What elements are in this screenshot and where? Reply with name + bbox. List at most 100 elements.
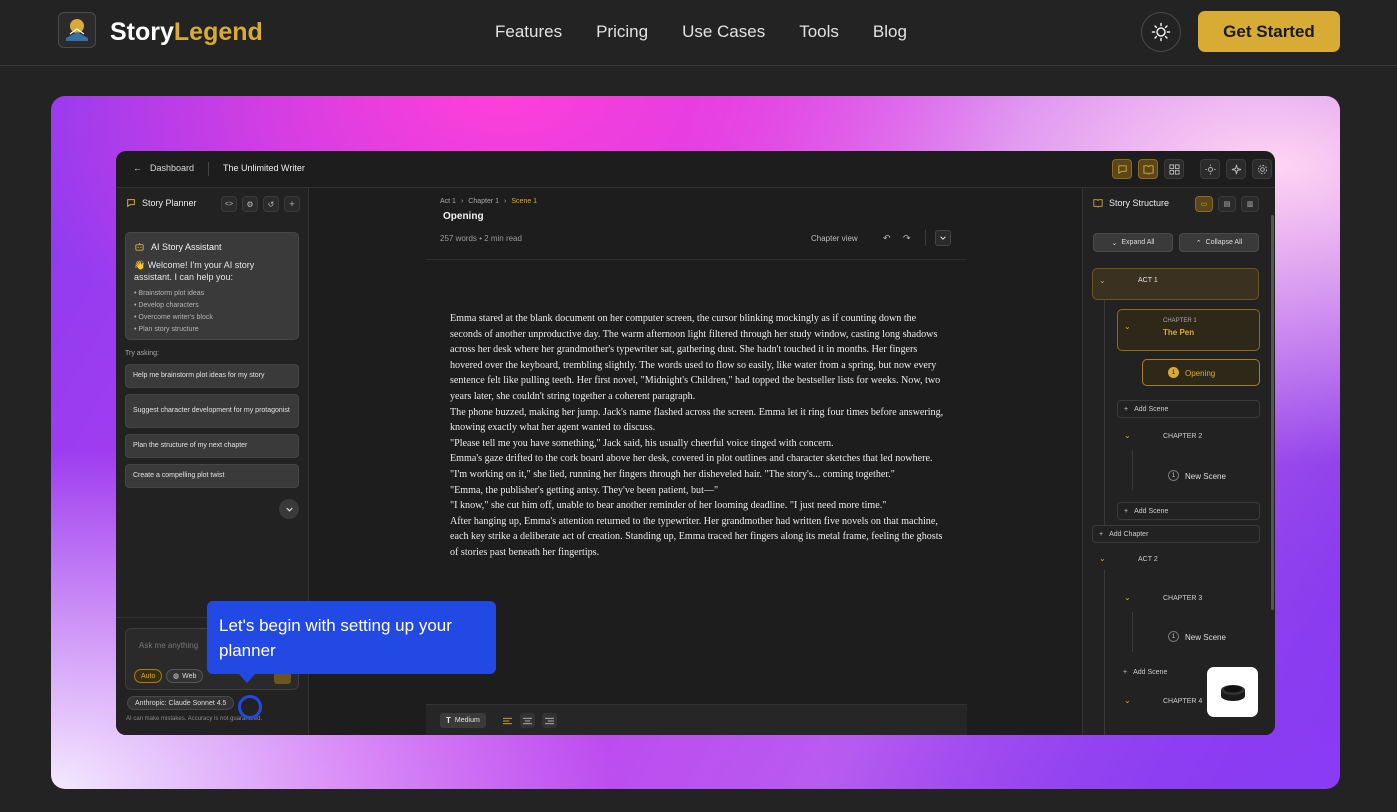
planner-settings-button[interactable]: ⚙ xyxy=(242,196,258,212)
chapter-label: CHAPTER 3 xyxy=(1163,595,1203,602)
new-chat-button[interactable]: + xyxy=(284,196,300,212)
brand-name[interactable]: StoryLegend xyxy=(110,18,263,47)
grid-view-toggle[interactable] xyxy=(1164,159,1184,179)
chevron-down-icon[interactable]: ⌄ xyxy=(1099,276,1106,285)
notes-tab[interactable]: ▤ xyxy=(1218,196,1236,212)
suggestion-chip[interactable]: Suggest character development for my pro… xyxy=(125,394,299,428)
auto-label: Auto xyxy=(141,672,156,680)
text-size-selector[interactable]: T Medium xyxy=(440,713,486,728)
text-size-icon: T xyxy=(446,716,451,725)
auto-mode-chip[interactable]: Auto xyxy=(134,669,163,683)
align-left-button[interactable] xyxy=(500,713,515,728)
history-icon: ↺ xyxy=(267,199,275,209)
theme-toggle-button[interactable] xyxy=(1141,12,1181,52)
plus-icon: + xyxy=(1123,668,1128,676)
code-icon: <> xyxy=(224,200,234,208)
globe-icon: ◍ xyxy=(173,673,180,680)
chevron-down-icon[interactable]: ⌄ xyxy=(1124,322,1131,331)
suggestion-chip[interactable]: Plan the structure of my next chapter xyxy=(125,434,299,458)
assistant-welcome-card: AI Story Assistant 👋 Welcome! I'm your A… xyxy=(125,232,299,340)
expand-all-button[interactable]: ⌄ Expand All xyxy=(1093,233,1173,252)
editor-options-button[interactable] xyxy=(935,230,951,246)
chapter-view-toggle[interactable]: Chapter view xyxy=(811,234,858,243)
suggestion-chip[interactable]: Create a compelling plot twist xyxy=(125,464,299,488)
align-center-button[interactable] xyxy=(520,713,535,728)
nav-tools[interactable]: Tools xyxy=(799,22,839,42)
nav-features[interactable]: Features xyxy=(495,22,562,42)
act-label: ACT 1 xyxy=(1138,277,1158,284)
undo-icon[interactable]: ↶ xyxy=(883,233,891,244)
view-toggle-group xyxy=(1112,159,1272,179)
paragraph: "Emma, the publisher's getting antsy. Th… xyxy=(450,484,719,496)
nav-use-cases[interactable]: Use Cases xyxy=(682,22,765,42)
chat-input-placeholder: Ask me anything xyxy=(139,641,199,650)
scene-title[interactable]: New Scene xyxy=(1185,633,1226,642)
scroll-down-button[interactable] xyxy=(279,499,299,519)
history-button[interactable]: ↺ xyxy=(263,196,279,212)
breadcrumb-act[interactable]: Act 1 xyxy=(440,198,456,205)
collapse-all-button[interactable]: ⌃ Collapse All xyxy=(1179,233,1259,252)
nav-pricing[interactable]: Pricing xyxy=(596,22,648,42)
chevron-down-icon: ⌄ xyxy=(1111,239,1118,247)
word-count: 257 words • 2 min read xyxy=(440,234,522,243)
tree-guide-line xyxy=(1132,612,1133,652)
chevron-down-icon[interactable]: ⌄ xyxy=(1124,696,1131,705)
get-started-button[interactable]: Get Started xyxy=(1198,11,1340,52)
book-view-toggle[interactable] xyxy=(1138,159,1158,179)
onboarding-highlight-ring[interactable] xyxy=(238,695,262,719)
chevron-down-icon[interactable]: ⌄ xyxy=(1099,554,1106,563)
brightness-button[interactable] xyxy=(1200,159,1220,179)
book-icon: ▭ xyxy=(1200,201,1208,208)
add-scene-button[interactable]: + Add Scene xyxy=(1117,663,1207,681)
logo[interactable] xyxy=(58,12,96,48)
sparkle-icon xyxy=(1231,164,1241,174)
book-icon xyxy=(1142,164,1154,175)
breadcrumb-chapter[interactable]: Chapter 1 xyxy=(468,198,499,205)
sun-icon xyxy=(1151,22,1171,42)
stats-tab[interactable]: ▥ xyxy=(1241,196,1259,212)
message-icon xyxy=(127,199,135,208)
app-toolbar: ← Dashboard The Unlimited Writer xyxy=(116,151,1275,188)
settings-button[interactable] xyxy=(1252,159,1272,179)
web-search-chip[interactable]: ◍ Web xyxy=(166,669,204,683)
chevron-down-icon[interactable]: ⌄ xyxy=(1124,593,1131,602)
add-scene-label: Add Scene xyxy=(1134,405,1169,413)
chapter-label: CHAPTER 4 xyxy=(1163,698,1203,705)
plus-icon: + xyxy=(1124,507,1129,515)
bar-chart-icon: ▥ xyxy=(1246,201,1254,208)
scene-title[interactable]: Opening xyxy=(443,211,484,222)
story-structure-panel: Story Structure ▭ ▤ ▥ ⌄ Expand All ⌃ Colla… xyxy=(1082,188,1275,735)
ai-sparkle-button[interactable] xyxy=(1226,159,1246,179)
gear-icon xyxy=(1257,164,1267,174)
chevron-down-icon xyxy=(285,507,293,512)
floating-help-button[interactable] xyxy=(1207,667,1258,717)
add-scene-button[interactable]: + Add Scene xyxy=(1117,400,1260,418)
nav-blog[interactable]: Blog xyxy=(873,22,907,42)
chevron-right-icon: › xyxy=(460,198,464,205)
paragraph: "I know," she cut him off, unable to bea… xyxy=(450,500,887,512)
structure-view-tabs: ▭ ▤ ▥ xyxy=(1195,196,1259,212)
add-scene-button[interactable]: + Add Scene xyxy=(1117,502,1260,520)
scrollbar[interactable] xyxy=(1271,215,1274,610)
tree-act-1[interactable] xyxy=(1092,268,1259,300)
suggestion-chip[interactable]: Help me brainstorm plot ideas for my sto… xyxy=(125,364,299,388)
paragraph: "Please tell me you have something," Jac… xyxy=(450,437,834,449)
manuscript-text[interactable]: Emma stared at the blank document on her… xyxy=(450,311,950,561)
chevron-down-icon[interactable]: ⌄ xyxy=(1124,431,1131,440)
chat-view-toggle[interactable] xyxy=(1112,159,1132,179)
scene-title[interactable]: New Scene xyxy=(1185,472,1226,481)
model-selector[interactable]: Anthropic: Claude Sonnet 4.5 xyxy=(127,696,235,710)
paragraph: After hanging up, Emma's attention retur… xyxy=(450,515,943,558)
outline-tab[interactable]: ▭ xyxy=(1195,196,1213,212)
redo-icon[interactable]: ↷ xyxy=(903,233,911,244)
back-to-dashboard[interactable]: ← Dashboard xyxy=(133,163,194,173)
code-button[interactable]: <> xyxy=(221,196,237,212)
align-right-button[interactable] xyxy=(542,713,557,728)
logo-icon xyxy=(66,19,88,41)
document-title: The Unlimited Writer xyxy=(223,163,305,173)
assistant-capability: • Plan story structure xyxy=(134,326,199,333)
onboarding-tooltip[interactable]: Let's begin with setting up your planner xyxy=(207,601,496,674)
breadcrumb-scene[interactable]: Scene 1 xyxy=(511,198,537,205)
add-chapter-button[interactable]: + Add Chapter xyxy=(1092,525,1260,543)
panel-title: Story Structure xyxy=(1109,198,1170,208)
